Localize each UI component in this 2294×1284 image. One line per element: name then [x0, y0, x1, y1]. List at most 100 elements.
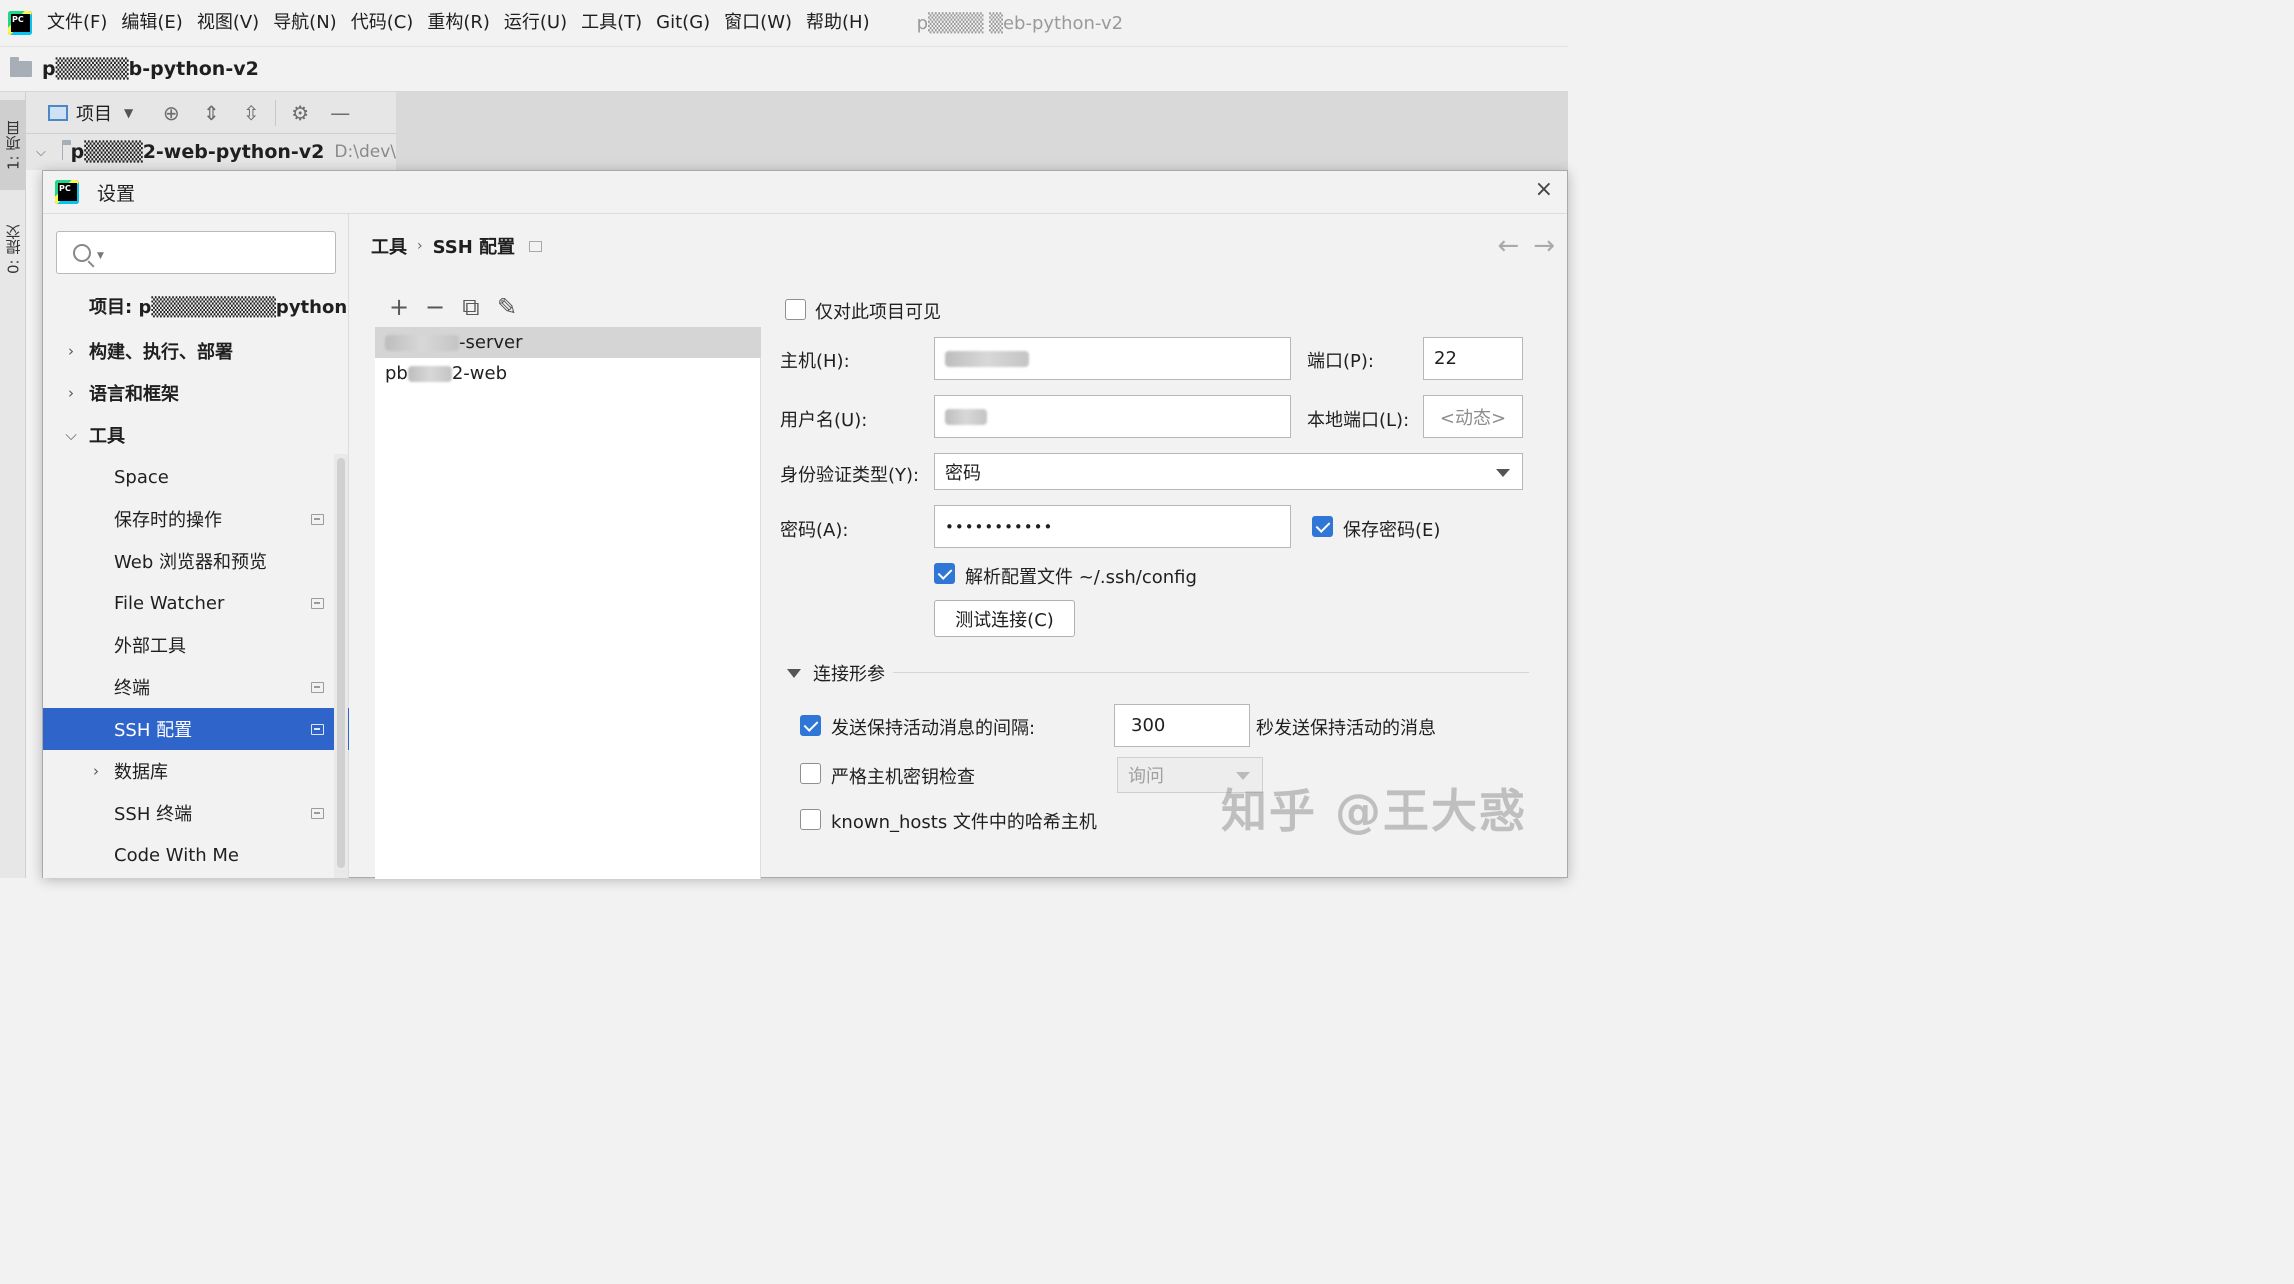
- save-password-label[interactable]: 保存密码(E): [1343, 516, 1440, 542]
- minimize-icon[interactable]: —: [326, 99, 354, 127]
- menu-file[interactable]: 文件(F): [40, 0, 114, 46]
- menu-refactor[interactable]: 重构(R): [420, 0, 497, 46]
- tree-item-ssh-config[interactable]: SSH 配置: [43, 708, 349, 750]
- search-options-caret-icon[interactable]: ▼: [97, 251, 104, 261]
- parse-config-checkbox[interactable]: [934, 563, 955, 584]
- tree-item-label: 工具: [89, 426, 125, 447]
- toolbar-separator: [275, 99, 277, 126]
- tree-item-database[interactable]: › 数据库: [43, 750, 349, 792]
- scrollbar-thumb[interactable]: [337, 458, 345, 868]
- edit-pencil-icon[interactable]: ✎: [493, 293, 521, 321]
- collapse-triangle-icon[interactable]: [787, 668, 801, 678]
- strict-host-key-label[interactable]: 严格主机密钥检查: [831, 763, 975, 789]
- close-icon[interactable]: ×: [1535, 177, 1553, 202]
- menu-run[interactable]: 运行(U): [497, 0, 574, 46]
- watermark: 知乎 @王大惑: [1220, 784, 1527, 838]
- folder-icon: [61, 140, 70, 160]
- tree-item-web-browsers[interactable]: Web 浏览器和预览: [43, 540, 349, 582]
- tree-item-label: SSH 终端: [114, 804, 193, 825]
- tab-project-label: 1: 项目: [4, 120, 23, 170]
- tree-item-ssh-terminal[interactable]: SSH 终端: [43, 792, 349, 834]
- host-list-item[interactable]: -server: [375, 327, 761, 358]
- host-input[interactable]: [934, 337, 1291, 380]
- settings-search[interactable]: ▼: [56, 231, 336, 274]
- locate-icon[interactable]: ⊕: [157, 99, 185, 127]
- redacted-text: [407, 365, 452, 382]
- keepalive-label[interactable]: 发送保持活动消息的间隔:: [831, 714, 1035, 740]
- tree-item-tools[interactable]: ⌵ 工具: [43, 414, 349, 456]
- tree-item-file-watcher[interactable]: File Watcher: [43, 582, 349, 624]
- forward-arrow-icon[interactable]: →: [1533, 231, 1555, 261]
- project-view-icon: [48, 104, 68, 121]
- chevron-down-icon[interactable]: ⌵: [61, 426, 81, 444]
- project-view-label[interactable]: 项目: [76, 100, 112, 126]
- tree-item-project[interactable]: 项目: p▒▒▒▒▒▒▒▒▒python...: [43, 285, 349, 327]
- tree-item-on-save[interactable]: 保存时的操作: [43, 498, 349, 540]
- username-input[interactable]: [934, 395, 1291, 438]
- keepalive-checkbox[interactable]: [800, 715, 821, 736]
- keepalive-interval-input[interactable]: 300: [1114, 704, 1250, 747]
- remove-icon[interactable]: −: [421, 293, 449, 321]
- menu-help[interactable]: 帮助(H): [799, 0, 877, 46]
- local-port-input[interactable]: <动态>: [1423, 395, 1523, 438]
- strict-host-key-value: 询问: [1128, 766, 1164, 787]
- strict-host-key-checkbox[interactable]: [800, 763, 821, 784]
- menu-view[interactable]: 视图(V): [190, 0, 266, 46]
- project-tree-root[interactable]: ⌵ p▒▒▒▒2-web-python-v2 D:\dev\: [26, 134, 396, 170]
- tree-item-external-tools[interactable]: 外部工具: [43, 624, 349, 666]
- nav-project-crumb[interactable]: p▒▒▒▒▒b-python-v2: [42, 58, 259, 80]
- save-password-checkbox[interactable]: [1312, 516, 1333, 537]
- add-icon[interactable]: +: [385, 293, 413, 321]
- host-list-item[interactable]: pb 2-web: [375, 358, 761, 389]
- visible-only-project-checkbox[interactable]: [785, 299, 806, 320]
- password-mask: •••••••••••: [945, 517, 1054, 536]
- redacted-text: [945, 350, 1029, 367]
- menu-window[interactable]: 窗口(W): [717, 0, 799, 46]
- menu-tools[interactable]: 工具(T): [574, 0, 649, 46]
- parse-config-label[interactable]: 解析配置文件 ~/.ssh/config: [965, 563, 1197, 589]
- menu-git[interactable]: Git(G): [649, 0, 717, 46]
- breadcrumb-current: SSH 配置: [432, 237, 516, 258]
- chevron-right-icon[interactable]: ›: [61, 384, 81, 402]
- menu-navigate[interactable]: 导航(N): [266, 0, 344, 46]
- settings-breadcrumb: 工具 › SSH 配置: [371, 233, 543, 259]
- auth-type-select[interactable]: 密码: [934, 453, 1523, 490]
- tree-item-languages[interactable]: › 语言和框架: [43, 372, 349, 414]
- username-label: 用户名(U):: [780, 410, 868, 431]
- project-level-icon: [311, 807, 324, 819]
- hash-known-hosts-label[interactable]: known_hosts 文件中的哈希主机: [831, 808, 1097, 834]
- visible-only-project-label[interactable]: 仅对此项目可见: [815, 298, 941, 324]
- section-title: 连接形参: [813, 664, 885, 685]
- hash-known-hosts-checkbox[interactable]: [800, 809, 821, 830]
- local-port-label: 本地端口(L):: [1307, 410, 1410, 431]
- port-label: 端口(P):: [1307, 351, 1374, 372]
- breadcrumb-parent[interactable]: 工具: [371, 233, 407, 259]
- connection-params-section-header[interactable]: 连接形参: [787, 660, 885, 686]
- tree-item-terminal[interactable]: 终端: [43, 666, 349, 708]
- tree-item-build[interactable]: › 构建、执行、部署: [43, 330, 349, 372]
- tree-item-space[interactable]: Space: [43, 456, 349, 498]
- tree-item-code-with-me[interactable]: Code With Me: [43, 834, 349, 876]
- chevron-right-icon[interactable]: ›: [86, 762, 106, 780]
- tab-project-tool-window[interactable]: 1: 项目: [0, 100, 26, 190]
- settings-tree-scrollbar[interactable]: [334, 454, 348, 878]
- copy-icon[interactable]: ⧉: [457, 293, 485, 321]
- menu-code[interactable]: 代码(C): [344, 0, 421, 46]
- password-input[interactable]: •••••••••••: [934, 505, 1291, 548]
- collapse-all-icon[interactable]: ⇳: [237, 99, 265, 127]
- password-label: 密码(A):: [780, 520, 849, 541]
- port-input[interactable]: 22: [1423, 337, 1523, 380]
- back-arrow-icon[interactable]: ←: [1497, 231, 1519, 261]
- expand-all-icon[interactable]: ⇕: [197, 99, 225, 127]
- auth-type-value: 密码: [945, 462, 981, 484]
- test-connection-button[interactable]: 测试连接(C): [934, 600, 1075, 637]
- project-view-dropdown-icon[interactable]: ▼: [124, 106, 133, 120]
- chevron-right-icon[interactable]: ›: [61, 342, 81, 360]
- chevron-down-icon[interactable]: ⌵: [36, 145, 46, 160]
- settings-search-input[interactable]: [109, 237, 335, 268]
- dialog-titlebar: 设置 ×: [43, 171, 1567, 214]
- menu-edit[interactable]: 编辑(E): [114, 0, 189, 46]
- host-list-toolbar: + − ⧉ ✎: [375, 287, 761, 327]
- tab-commit-tool-window[interactable]: 0: 提交: [0, 204, 26, 294]
- gear-icon[interactable]: ⚙: [286, 99, 314, 127]
